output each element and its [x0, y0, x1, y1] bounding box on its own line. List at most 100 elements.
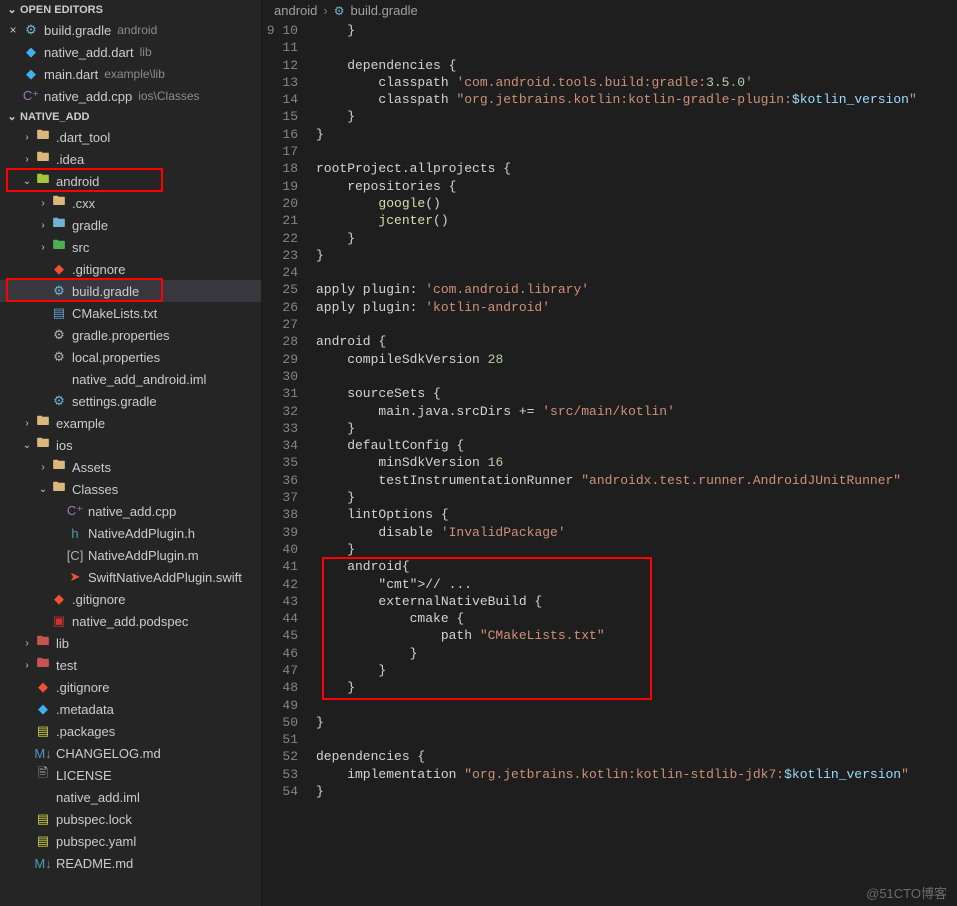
- chevron-right-icon: ›: [20, 132, 34, 143]
- breadcrumb[interactable]: android › ⚙ build.gradle: [262, 0, 957, 22]
- open-editors-header[interactable]: ⌄ OPEN EDITORS: [0, 0, 261, 19]
- item-label: gradle: [72, 218, 108, 233]
- file-item[interactable]: M↓CHANGELOG.md: [0, 742, 261, 764]
- git-icon: ◆: [50, 591, 68, 607]
- watermark: @51CTO博客: [866, 883, 947, 902]
- file-item[interactable]: ▤.packages: [0, 720, 261, 742]
- gradle-icon: ⚙: [50, 393, 68, 409]
- gradle-folder-icon: 🖿: [50, 214, 68, 236]
- file-item[interactable]: ▤ pubspec.yaml: [0, 830, 261, 852]
- open-editor-item[interactable]: C⁺native_add.cppios\Classes: [0, 85, 261, 107]
- item-label: build.gradle: [72, 284, 139, 299]
- file-item[interactable]: ◆ .gitignore: [0, 676, 261, 698]
- file-item[interactable]: M↓README.md: [0, 852, 261, 874]
- file-label: native_add.dart: [44, 45, 134, 60]
- file-item[interactable]: hNativeAddPlugin.h: [0, 522, 261, 544]
- folder-item[interactable]: ›🖿.idea: [0, 148, 261, 170]
- file-item[interactable]: native_add.iml: [0, 786, 261, 808]
- file-item[interactable]: ▤pubspec.lock: [0, 808, 261, 830]
- file-item[interactable]: ➤ SwiftNativeAddPlugin.swift: [0, 566, 261, 588]
- folder-item[interactable]: ⌄🖿Classes: [0, 478, 261, 500]
- file-hint: ios\Classes: [138, 89, 199, 103]
- item-label: .gitignore: [56, 680, 109, 695]
- chevron-right-icon: ›: [20, 660, 34, 671]
- cpp-icon: C⁺: [66, 503, 84, 519]
- folder-item[interactable]: ›🖿example: [0, 412, 261, 434]
- folder-icon: 🖿: [34, 148, 52, 170]
- close-icon[interactable]: [4, 45, 22, 59]
- section-title: OPEN EDITORS: [20, 4, 103, 16]
- git-icon: ◆: [34, 679, 52, 695]
- gear-icon: ⚙: [50, 327, 68, 343]
- item-label: example: [56, 416, 105, 431]
- txt-icon: 🖹: [34, 764, 52, 786]
- dart-icon: ◆: [22, 44, 40, 60]
- folder-item[interactable]: ›🖿src: [0, 236, 261, 258]
- file-item[interactable]: [C]NativeAddPlugin.m: [0, 544, 261, 566]
- item-label: NativeAddPlugin.m: [88, 548, 199, 563]
- item-label: gradle.properties: [72, 328, 170, 343]
- file-item[interactable]: C⁺ native_add.cpp: [0, 500, 261, 522]
- file-item[interactable]: 🖹LICENSE: [0, 764, 261, 786]
- file-item[interactable]: ⚙settings.gradle: [0, 390, 261, 412]
- item-label: native_add.iml: [56, 790, 140, 805]
- project-header[interactable]: ⌄ NATIVE_ADD: [0, 107, 261, 126]
- folder-item[interactable]: ›🖿lib: [0, 632, 261, 654]
- folder-item[interactable]: ›🖿gradle: [0, 214, 261, 236]
- folder-item[interactable]: ⌄🖿ios: [0, 434, 261, 456]
- code-area[interactable]: 9 10 11 12 13 14 15 16 17 18 19 20 21 22…: [262, 22, 957, 906]
- meta-icon: ◆: [34, 701, 52, 717]
- open-editor-item[interactable]: ×⚙build.gradleandroid: [0, 19, 261, 41]
- src-folder-icon: 🖿: [50, 236, 68, 258]
- item-label: .cxx: [72, 196, 95, 211]
- folder-item[interactable]: ⌄🖿android: [0, 170, 261, 192]
- folder-icon: 🖿: [34, 126, 52, 148]
- chevron-down-icon: ⌄: [4, 110, 20, 123]
- gradle-icon: ⚙: [50, 283, 68, 299]
- close-icon[interactable]: [4, 89, 22, 103]
- item-label: native_add.cpp: [88, 504, 176, 519]
- file-item[interactable]: ▤CMakeLists.txt: [0, 302, 261, 324]
- item-label: .metadata: [56, 702, 114, 717]
- open-editor-item[interactable]: ◆main.dartexample\lib: [0, 63, 261, 85]
- android-folder-icon: 🖿: [34, 170, 52, 192]
- file-item[interactable]: ◆.gitignore: [0, 588, 261, 610]
- open-editor-item[interactable]: ◆native_add.dartlib: [0, 41, 261, 63]
- file-item[interactable]: ⚙ local.properties: [0, 346, 261, 368]
- file-item[interactable]: ⚙ gradle.properties: [0, 324, 261, 346]
- file-item[interactable]: ◆.gitignore: [0, 258, 261, 280]
- item-label: .idea: [56, 152, 84, 167]
- pod-icon: ▣: [50, 613, 68, 629]
- gear-icon: ⚙: [50, 349, 68, 365]
- folder-item[interactable]: ›🖿Assets: [0, 456, 261, 478]
- item-label: SwiftNativeAddPlugin.swift: [88, 570, 242, 585]
- folder-item[interactable]: ›🖿.cxx: [0, 192, 261, 214]
- md-icon: M↓: [34, 856, 52, 871]
- item-label: test: [56, 658, 77, 673]
- file-item[interactable]: ⚙ build.gradle: [0, 280, 261, 302]
- file-item[interactable]: ▣native_add.podspec: [0, 610, 261, 632]
- item-label: .dart_tool: [56, 130, 110, 145]
- close-icon[interactable]: ×: [4, 23, 22, 37]
- breadcrumb-segment[interactable]: build.gradle: [350, 3, 417, 18]
- gradle-icon: ⚙: [334, 4, 345, 18]
- folder-item[interactable]: ›🖿 .dart_tool: [0, 126, 261, 148]
- item-label: pubspec.yaml: [56, 834, 136, 849]
- folder-icon: 🖿: [34, 412, 52, 434]
- file-item[interactable]: ◆ .metadata: [0, 698, 261, 720]
- file-label: build.gradle: [44, 23, 111, 38]
- breadcrumb-segment[interactable]: android: [274, 3, 317, 18]
- file-label: native_add.cpp: [44, 89, 132, 104]
- editor-pane: android › ⚙ build.gradle 9 10 11 12 13 1…: [262, 0, 957, 906]
- close-icon[interactable]: [4, 67, 22, 81]
- dart-icon: ◆: [22, 66, 40, 82]
- sidebar: ⌄ OPEN EDITORS ×⚙build.gradleandroid ◆ na…: [0, 0, 262, 906]
- code-content[interactable]: } dependencies { classpath 'com.android.…: [316, 22, 957, 906]
- yaml-icon: ▤: [34, 833, 52, 849]
- file-item[interactable]: native_add_android.iml: [0, 368, 261, 390]
- folder-item[interactable]: ›🖿test: [0, 654, 261, 676]
- item-label: local.properties: [72, 350, 160, 365]
- swift-icon: ➤: [66, 569, 84, 585]
- item-label: lib: [56, 636, 69, 651]
- chevron-down-icon: ⌄: [20, 176, 34, 187]
